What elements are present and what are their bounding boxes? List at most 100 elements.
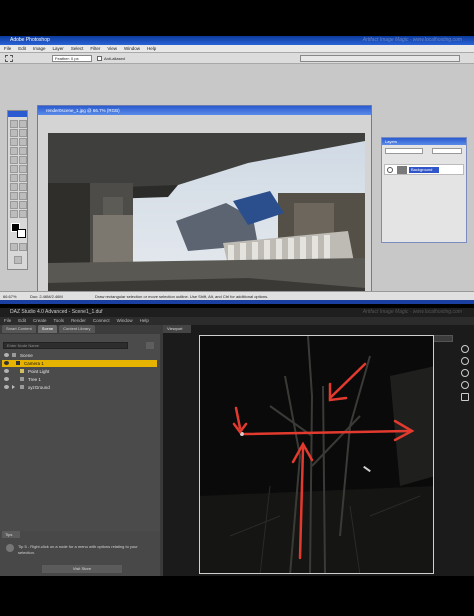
- scene-row-scene[interactable]: Scene: [2, 352, 157, 359]
- pane-options-icon[interactable]: [146, 342, 154, 349]
- viewport-pane: Viewport Camera 1: [163, 325, 474, 576]
- info-icon: [6, 544, 14, 552]
- eye-icon[interactable]: [387, 167, 393, 173]
- rotate-control-icon[interactable]: [461, 345, 469, 353]
- move-icon[interactable]: [19, 120, 27, 128]
- lasso-icon[interactable]: [10, 129, 18, 137]
- toolbox-header: [8, 111, 27, 117]
- photoshop-menu-bar: File Edit Image Layer Select Filter View…: [0, 45, 474, 53]
- jump-to-icon[interactable]: [14, 256, 22, 264]
- menu-filter[interactable]: Filter: [90, 45, 100, 52]
- node-filter-input[interactable]: Enter Node Name: [3, 342, 128, 349]
- screen-mode-icon[interactable]: [19, 243, 27, 251]
- hand-icon[interactable]: [10, 210, 18, 218]
- crop-icon[interactable]: [10, 138, 18, 146]
- zoom-icon[interactable]: [19, 210, 27, 218]
- layer-name: Background: [409, 167, 439, 173]
- menu-select[interactable]: Select: [71, 45, 84, 52]
- type-icon[interactable]: [19, 183, 27, 191]
- scene-row-label: xyzGround: [28, 385, 50, 390]
- marquee-icon[interactable]: [10, 120, 18, 128]
- scene-row-label: Camera 1: [24, 361, 44, 366]
- daz-menu-bar: File Edit Create Tools Render Connect Wi…: [0, 317, 474, 325]
- scene-row-label: Scene: [20, 353, 33, 358]
- tab-scene[interactable]: Scene: [37, 325, 58, 333]
- frame-control-icon[interactable]: [461, 393, 469, 401]
- rendered-photo: [48, 133, 365, 300]
- tab-viewport[interactable]: Viewport: [163, 325, 191, 333]
- feather-field[interactable]: Feather: 0 px: [52, 55, 92, 62]
- layer-thumbnail: [397, 166, 407, 174]
- menu-connect[interactable]: Connect: [93, 317, 110, 325]
- menu-edit[interactable]: Edit: [18, 317, 26, 325]
- scene-row-point-light[interactable]: Point Light: [2, 368, 157, 375]
- menu-layer[interactable]: Layer: [53, 45, 64, 52]
- visit-store-button[interactable]: Visit Store: [42, 565, 122, 573]
- scene-row-label: Point Light: [28, 369, 50, 374]
- blur-icon[interactable]: [10, 174, 18, 182]
- menu-window[interactable]: Window: [117, 317, 133, 325]
- photo-svg: [48, 133, 365, 300]
- menu-window[interactable]: Window: [124, 45, 140, 52]
- zoom-control-icon[interactable]: [461, 369, 469, 377]
- opacity-field[interactable]: [432, 148, 462, 154]
- render-preview[interactable]: [199, 335, 434, 574]
- dodge-icon[interactable]: [19, 174, 27, 182]
- toolbox: [7, 110, 28, 270]
- antialiased-checkbox[interactable]: [97, 56, 102, 61]
- scene-row-xyzground[interactable]: xyzGround: [2, 384, 157, 391]
- path-select-icon[interactable]: [10, 183, 18, 191]
- daz-title-bar: DAZ Studio 4.0 Advanced - Scene1_1.duf A…: [0, 308, 474, 317]
- photoshop-window: Adobe Photoshop Artifact Image Magic · w…: [0, 36, 474, 304]
- gradient-icon[interactable]: [19, 165, 27, 173]
- expand-arrow-icon[interactable]: [12, 385, 15, 389]
- dolly-control-icon[interactable]: [461, 381, 469, 389]
- layers-panel: Layers Background: [381, 137, 467, 243]
- pan-control-icon[interactable]: [461, 357, 469, 365]
- menu-tools[interactable]: Tools: [54, 317, 65, 325]
- menu-image[interactable]: Image: [33, 45, 46, 52]
- menu-help[interactable]: Help: [147, 45, 156, 52]
- pen-icon[interactable]: [10, 192, 18, 200]
- menu-file[interactable]: File: [4, 317, 11, 325]
- scene-row-label: Tree 1: [28, 377, 41, 382]
- scene-row-tree-1[interactable]: Tree 1: [2, 376, 157, 383]
- eraser-icon[interactable]: [10, 165, 18, 173]
- history-brush-icon[interactable]: [19, 156, 27, 164]
- viewport-controls: [459, 335, 471, 415]
- menu-edit[interactable]: Edit: [18, 45, 26, 52]
- eyedropper-icon[interactable]: [19, 201, 27, 209]
- scene-row-camera-1[interactable]: Camera 1: [2, 360, 157, 367]
- visibility-eye-icon[interactable]: [4, 353, 9, 357]
- quick-mask-icon[interactable]: [10, 243, 18, 251]
- prop-icon: [20, 385, 24, 389]
- marquee-tool-icon[interactable]: [5, 55, 13, 62]
- visibility-eye-icon[interactable]: [4, 361, 9, 365]
- menu-help[interactable]: Help: [140, 317, 149, 325]
- style-field[interactable]: [300, 55, 460, 62]
- shape-icon[interactable]: [19, 192, 27, 200]
- slice-icon[interactable]: [19, 138, 27, 146]
- visibility-eye-icon[interactable]: [4, 369, 9, 373]
- visibility-eye-icon[interactable]: [4, 377, 9, 381]
- notes-icon[interactable]: [10, 201, 18, 209]
- bottom-black-band: [0, 576, 474, 616]
- menu-create[interactable]: Create: [33, 317, 47, 325]
- visibility-eye-icon[interactable]: [4, 385, 9, 389]
- scene-pane: Smart Content Scene Content Library Ente…: [0, 325, 160, 576]
- magic-wand-icon[interactable]: [19, 129, 27, 137]
- tab-content-library[interactable]: Content Library: [59, 325, 95, 333]
- healing-brush-icon[interactable]: [10, 147, 18, 155]
- photoshop-title: Adobe Photoshop: [10, 37, 50, 43]
- menu-render[interactable]: Render: [71, 317, 86, 325]
- background-color-swatch[interactable]: [17, 229, 26, 238]
- clone-stamp-icon[interactable]: [10, 156, 18, 164]
- menu-view[interactable]: View: [107, 45, 117, 52]
- tab-smart-content[interactable]: Smart Content: [2, 325, 36, 333]
- tab-tips[interactable]: Tips: [2, 531, 20, 538]
- blend-mode-select[interactable]: [385, 148, 423, 154]
- brush-icon[interactable]: [19, 147, 27, 155]
- menu-file[interactable]: File: [4, 45, 11, 52]
- layer-row[interactable]: Background: [384, 164, 464, 175]
- watermark: Artifact Image Magic · www.localhosting.…: [362, 37, 462, 43]
